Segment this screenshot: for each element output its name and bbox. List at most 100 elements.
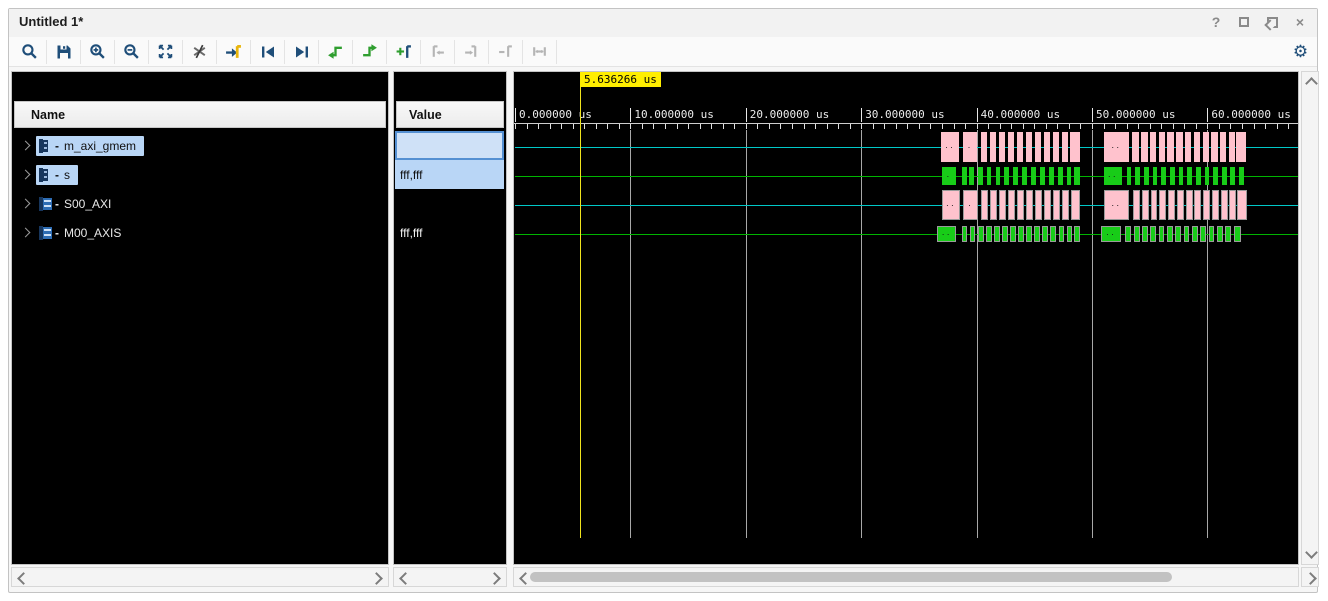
- save-waveform-button[interactable]: [47, 40, 81, 64]
- bus-activity-block: [1187, 167, 1192, 185]
- ruler-tick: [965, 124, 966, 129]
- wave-vscrollbar[interactable]: [1301, 71, 1319, 565]
- scroll-up-icon[interactable]: [1305, 77, 1318, 90]
- bus-activity-block: [1022, 167, 1027, 185]
- bus-activity-block: [1209, 226, 1215, 242]
- float-glyph: [1267, 17, 1278, 28]
- zoom-in-icon: [89, 43, 106, 60]
- expand-chevron-icon[interactable]: [21, 199, 31, 209]
- ruler-tick: [630, 124, 631, 129]
- next-hierarchy-transition-button[interactable]: [353, 40, 387, 64]
- previous-marker-button[interactable]: [421, 40, 455, 64]
- scroll-down-icon[interactable]: [1305, 546, 1318, 559]
- ruler-tick: [827, 124, 828, 129]
- ruler-tick: [1046, 124, 1047, 129]
- ruler-tick: [930, 124, 931, 129]
- bus-activity-block: [1234, 226, 1241, 242]
- signal-row-body[interactable]: -m_axi_gmem: [36, 136, 144, 156]
- bus-activity-block: [1031, 167, 1036, 185]
- bus-activity-block: [1177, 190, 1184, 220]
- previous-marker-icon: [429, 43, 446, 60]
- add-marker-button[interactable]: [387, 40, 421, 64]
- bus-activity-block: [1237, 190, 1247, 220]
- delete-marker-button[interactable]: [489, 40, 523, 64]
- bus-activity-block: [1058, 167, 1063, 185]
- zoom-fit-icon: [157, 43, 174, 60]
- scroll-right-icon[interactable]: [370, 572, 383, 585]
- ruler-tick: [757, 124, 758, 129]
- zoom-fit-button[interactable]: [149, 40, 183, 64]
- ruler-label: 20.000000 us: [746, 108, 829, 122]
- signal-row-S00_AXI[interactable]: -S00_AXI: [14, 189, 386, 218]
- signal-row-body[interactable]: -S00_AXI: [36, 194, 119, 214]
- value-cell-s[interactable]: fff,fff: [395, 160, 504, 189]
- waveform-canvas[interactable]: 0.000000 us10.000000 us20.000000 us30.00…: [513, 71, 1299, 565]
- float-icon[interactable]: [1263, 13, 1281, 31]
- waveform-window: Untitled 1* ? ×: [8, 8, 1318, 593]
- bus-activity-block: [1200, 226, 1206, 242]
- gridline: [1092, 130, 1093, 538]
- expand-chevron-icon[interactable]: [21, 170, 31, 180]
- previous-hierarchy-transition-button[interactable]: [319, 40, 353, 64]
- value-column-header[interactable]: Value: [396, 101, 504, 128]
- ruler-tick: [1034, 124, 1035, 129]
- bus-activity-block: [1239, 167, 1245, 185]
- wave-hscrollbar[interactable]: [513, 567, 1299, 587]
- bus-activity-block: ··: [942, 190, 960, 220]
- signal-row-M00_AXIS[interactable]: -M00_AXIS: [14, 218, 386, 247]
- ruler-tick: [977, 124, 978, 129]
- bus-activity-block: [1159, 132, 1165, 162]
- find-button[interactable]: [13, 40, 47, 64]
- maximize-icon[interactable]: [1235, 13, 1253, 31]
- close-icon[interactable]: ×: [1291, 13, 1309, 31]
- value-cell-M00_AXIS[interactable]: fff,fff: [395, 218, 504, 247]
- bus-activity-block: [1205, 167, 1210, 185]
- swap-cursors-button[interactable]: [523, 40, 557, 64]
- value-hscrollbar[interactable]: [393, 567, 507, 587]
- go-to-time-cursor-button[interactable]: [217, 40, 251, 64]
- bus-activity-block: [1159, 190, 1166, 220]
- signal-row-m_axi_gmem[interactable]: -m_axi_gmem: [14, 131, 386, 160]
- bus-activity-block: [962, 226, 968, 242]
- previous-transition-button[interactable]: [251, 40, 285, 64]
- settings-button[interactable]: ⚙: [1284, 40, 1317, 64]
- name-column-header[interactable]: Name: [14, 101, 386, 128]
- hscroll-thumb[interactable]: [530, 572, 1172, 582]
- value-cell-S00_AXI[interactable]: [395, 189, 504, 218]
- bus-activity-block: [1044, 190, 1051, 220]
- next-marker-button[interactable]: [455, 40, 489, 64]
- bus-activity-block: [981, 190, 988, 220]
- bus-activity-block: [1222, 167, 1227, 185]
- wave-hscroll-right-button[interactable]: [1301, 567, 1319, 587]
- ruler-tick: [642, 124, 643, 129]
- expand-chevron-icon[interactable]: [21, 141, 31, 151]
- help-icon[interactable]: ?: [1207, 13, 1225, 31]
- signal-row-body[interactable]: -s: [36, 165, 78, 185]
- signal-row-s[interactable]: -s: [14, 160, 386, 189]
- ruler-tick: [861, 124, 862, 129]
- value-cell-m_axi_gmem[interactable]: [395, 131, 504, 160]
- name-hscrollbar[interactable]: [11, 567, 389, 587]
- bus-activity-block: [981, 132, 987, 162]
- scroll-left-icon[interactable]: [17, 572, 30, 585]
- ruler-tick: [619, 124, 620, 129]
- signal-row-body[interactable]: -M00_AXIS: [36, 223, 129, 243]
- scroll-right-icon[interactable]: [488, 572, 501, 585]
- gridline: [861, 130, 862, 538]
- ruler-tick: [954, 124, 955, 129]
- time-cursor-label: 5.636266 us: [580, 72, 661, 87]
- bus-activity-block: [1144, 167, 1149, 185]
- bus-activity-block: [1132, 132, 1138, 162]
- time-cursor-line[interactable]: [580, 87, 581, 538]
- ruler-tick: [1057, 124, 1058, 129]
- scroll-left-icon[interactable]: [399, 572, 412, 585]
- bus-activity-block: [1067, 226, 1073, 242]
- cancel-button[interactable]: [183, 40, 217, 64]
- expand-chevron-icon[interactable]: [21, 228, 31, 238]
- zoom-out-button[interactable]: [115, 40, 149, 64]
- scroll-right-icon[interactable]: [1304, 572, 1317, 585]
- zoom-in-button[interactable]: [81, 40, 115, 64]
- interface-icon: [39, 226, 52, 240]
- next-transition-button[interactable]: [285, 40, 319, 64]
- bus-activity-block: [996, 167, 1001, 185]
